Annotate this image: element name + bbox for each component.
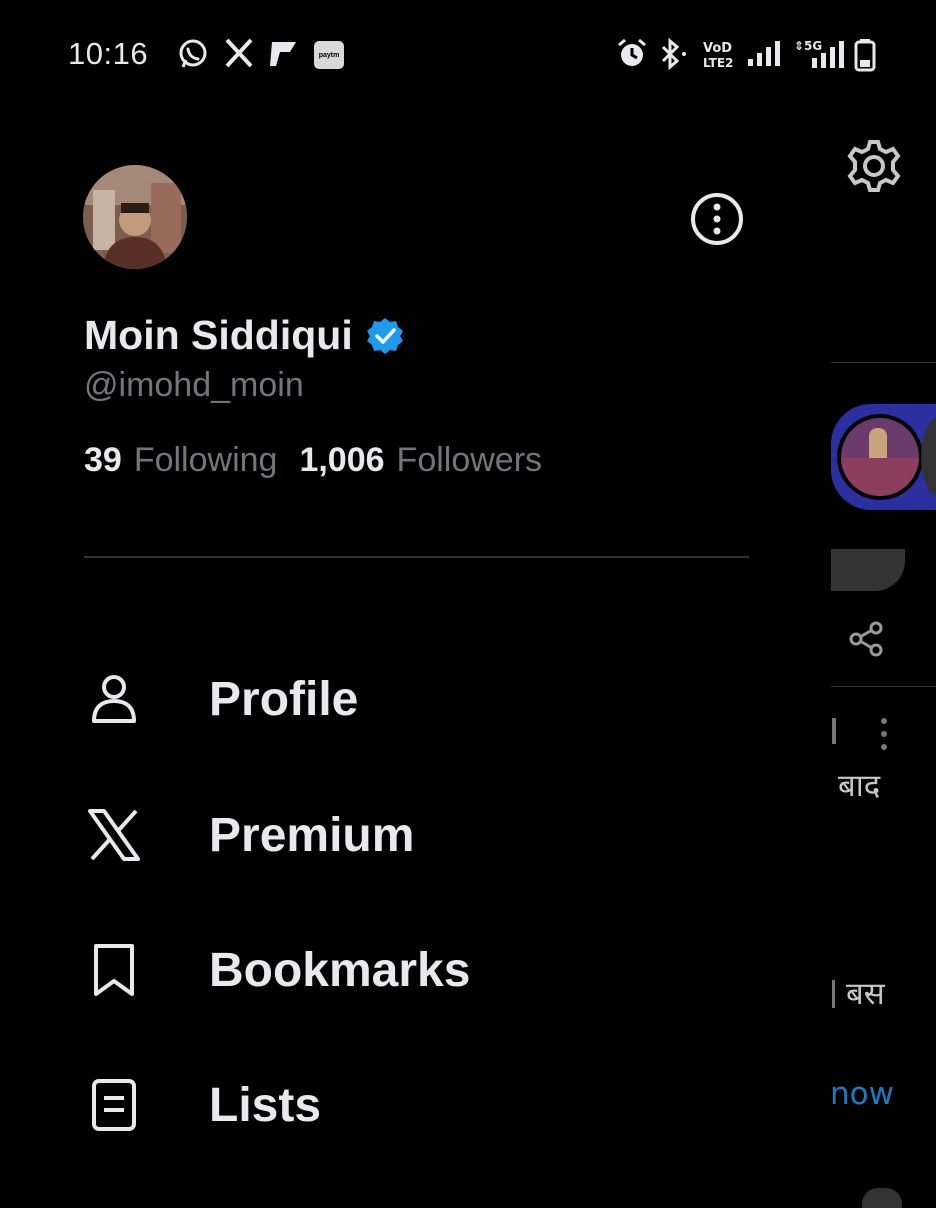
avatar[interactable] xyxy=(83,165,187,269)
divider xyxy=(84,556,749,558)
paytm-icon: paytm xyxy=(314,41,344,69)
battery-icon xyxy=(854,39,876,72)
menu-label: Lists xyxy=(209,1078,322,1132)
menu-label: Premium xyxy=(209,808,415,862)
menu-item-lists[interactable]: Lists xyxy=(84,1060,764,1150)
follow-counts: 39 Following 1,006 Followers xyxy=(84,441,542,480)
x-logo-icon xyxy=(88,809,140,861)
spaces-card[interactable] xyxy=(831,404,936,510)
profile-name-row[interactable]: Moin Siddiqui xyxy=(84,312,405,359)
share-icon[interactable] xyxy=(848,620,886,658)
followers-link[interactable]: 1,006 Followers xyxy=(299,441,542,480)
bluetooth-icon xyxy=(661,38,686,70)
followers-label: Followers xyxy=(396,441,543,479)
following-link[interactable]: 39 Following xyxy=(84,441,277,480)
signal-1-icon xyxy=(748,41,780,66)
verified-badge-icon xyxy=(366,317,403,354)
volte-icon: VoD LTE2 xyxy=(703,41,733,70)
svg-text:⇕5G: ⇕5G xyxy=(794,39,822,53)
timeline-divider xyxy=(831,362,936,363)
phonepe-icon xyxy=(270,42,296,66)
status-time: 10:16 xyxy=(68,36,149,71)
list-icon xyxy=(92,1079,136,1131)
spaces-avatar xyxy=(841,418,919,496)
gear-icon[interactable] xyxy=(846,138,902,194)
more-vertical-icon[interactable] xyxy=(878,716,890,752)
alarm-icon xyxy=(618,38,646,66)
timeline-divider xyxy=(831,686,936,687)
menu-label: Bookmarks xyxy=(209,943,471,997)
signal-5g-icon: ⇕5G xyxy=(794,39,844,68)
navigation-drawer: Moin Siddiqui @imohd_moin 39 Following 1,… xyxy=(0,110,831,1200)
handle: @imohd_moin xyxy=(84,366,304,404)
more-options-icon[interactable] xyxy=(690,192,744,246)
bookmark-icon xyxy=(94,944,134,996)
status-bar: 10:16 paytm VoD LTE2 ⇕5G xyxy=(0,0,936,110)
menu-item-premium[interactable]: Premium xyxy=(84,790,764,880)
followers-count: 1,006 xyxy=(299,441,385,479)
menu-item-profile[interactable]: Profile xyxy=(84,654,764,744)
person-icon xyxy=(92,675,136,723)
menu-label: Profile xyxy=(209,672,359,726)
whatsapp-icon xyxy=(179,39,207,68)
avatar-photo xyxy=(83,165,187,269)
x-logo-icon xyxy=(225,38,253,68)
svg-text:LTE2: LTE2 xyxy=(703,56,733,70)
timeline-text: बाद xyxy=(838,768,881,804)
following-count: 39 xyxy=(84,441,122,479)
timeline-text: बस xyxy=(846,976,885,1012)
menu-item-bookmarks[interactable]: Bookmarks xyxy=(84,925,764,1015)
display-name[interactable]: Moin Siddiqui xyxy=(84,312,353,359)
timeline-link[interactable]: now xyxy=(830,1076,894,1112)
following-label: Following xyxy=(133,441,278,479)
svg-text:VoD: VoD xyxy=(703,41,732,56)
